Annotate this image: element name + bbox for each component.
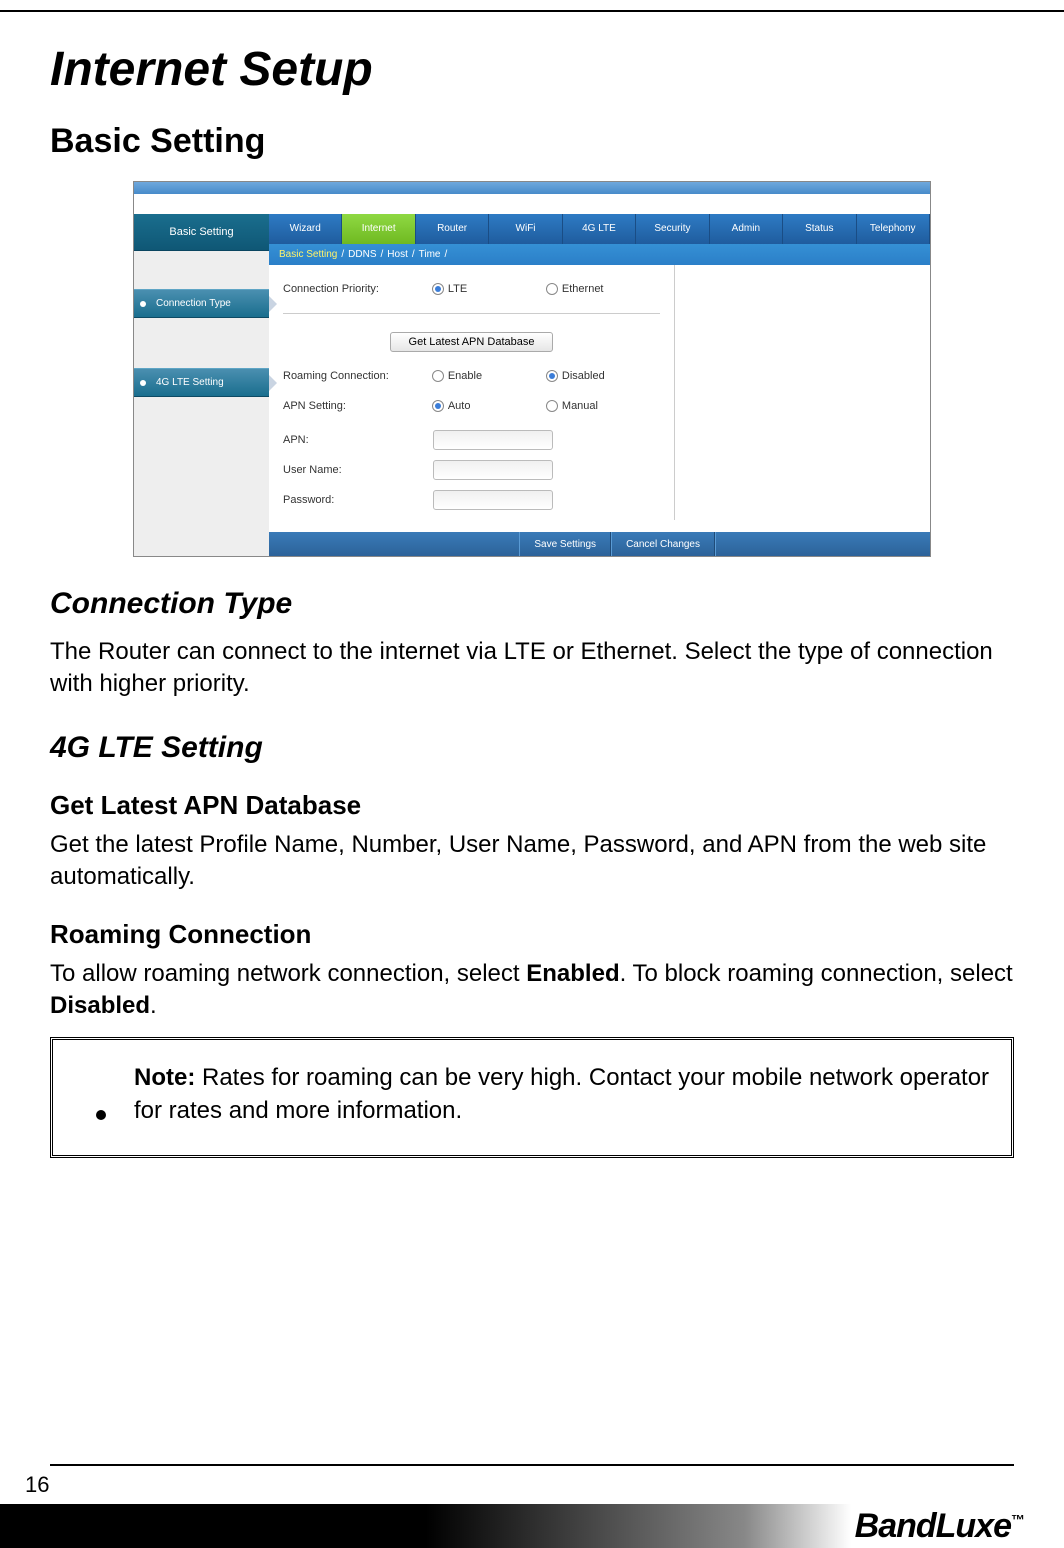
radio-roaming-enable[interactable] — [432, 370, 444, 382]
roaming-body-bold2: Disabled — [50, 992, 150, 1019]
tab-admin[interactable]: Admin — [710, 214, 783, 244]
subtab-sep: / — [412, 249, 415, 260]
footer-line — [50, 1464, 1014, 1466]
footer-bar: BandLuxe™ — [0, 1504, 1064, 1548]
page-number: 16 — [25, 1472, 1064, 1498]
radio-roaming-disabled[interactable] — [546, 370, 558, 382]
radio-ethernet[interactable] — [546, 283, 558, 295]
tab-status[interactable]: Status — [783, 214, 856, 244]
radio-apn-manual-label: Manual — [562, 400, 598, 412]
tab-security[interactable]: Security — [636, 214, 709, 244]
cancel-changes-button[interactable]: Cancel Changes — [611, 532, 715, 556]
page-footer: 16 BandLuxe™ — [0, 1464, 1064, 1548]
roaming-body-post: . — [150, 992, 157, 1019]
sidebar-item-connection-type[interactable]: Connection Type — [134, 289, 269, 318]
divider — [283, 313, 660, 314]
tab-internet[interactable]: Internet — [342, 214, 415, 244]
get-apn-database-button[interactable]: Get Latest APN Database — [390, 332, 554, 352]
radio-apn-auto[interactable] — [432, 400, 444, 412]
subtab-ddns[interactable]: DDNS — [348, 249, 376, 260]
note-box: Note: Rates for roaming can be very high… — [50, 1037, 1014, 1158]
arrow-icon — [269, 296, 277, 312]
radio-roaming-disabled-label: Disabled — [562, 370, 605, 382]
screenshot-sidebar: Basic Setting Connection Type 4G LTE Set… — [134, 214, 269, 556]
radio-apn-manual[interactable] — [546, 400, 558, 412]
subtab-time[interactable]: Time — [419, 249, 441, 260]
radio-ethernet-label: Ethernet — [562, 283, 604, 295]
roaming-heading: Roaming Connection — [50, 919, 1014, 950]
main-tabs: Wizard Internet Router WiFi 4G LTE Secur… — [269, 214, 930, 244]
sidebar-item-label: 4G LTE Setting — [156, 377, 224, 388]
sidebar-title: Basic Setting — [134, 214, 269, 251]
bottom-bar: Save Settings Cancel Changes — [269, 532, 930, 556]
brand-text: BandLuxe — [855, 1507, 1011, 1545]
roaming-body-bold1: Enabled — [526, 960, 619, 987]
apn-setting-label: APN Setting: — [283, 400, 432, 412]
roaming-body-pre: To allow roaming network connection, sel… — [50, 960, 526, 987]
tab-wizard[interactable]: Wizard — [269, 214, 342, 244]
brand-tm: ™ — [1011, 1511, 1024, 1527]
radio-apn-auto-label: Auto — [448, 400, 471, 412]
roaming-body-mid: . To block roaming connection, select — [620, 960, 1013, 987]
roaming-body: To allow roaming network connection, sel… — [50, 958, 1014, 1023]
note-label: Note: — [134, 1064, 195, 1091]
radio-lte[interactable] — [432, 283, 444, 295]
username-input[interactable] — [433, 460, 553, 480]
arrow-icon — [269, 375, 277, 391]
subtab-sep: / — [341, 249, 344, 260]
connection-type-body: The Router can connect to the internet v… — [50, 636, 1014, 701]
sub-tabs: Basic Setting / DDNS / Host / Time / — [269, 244, 930, 265]
note-body: Rates for roaming can be very high. Cont… — [134, 1064, 989, 1123]
tab-4glte[interactable]: 4G LTE — [563, 214, 636, 244]
subtab-host[interactable]: Host — [387, 249, 408, 260]
radio-lte-label: LTE — [448, 283, 467, 295]
bullet-icon — [140, 380, 146, 386]
form-right-blank — [674, 265, 930, 520]
connection-priority-label: Connection Priority: — [283, 283, 432, 295]
apn-db-body: Get the latest Profile Name, Number, Use… — [50, 829, 1014, 894]
section-title: Basic Setting — [50, 122, 1014, 161]
subtab-sep: / — [381, 249, 384, 260]
username-label: User Name: — [283, 464, 433, 476]
bullet-icon — [140, 301, 146, 307]
form-area: Connection Priority: LTE Ethernet — [269, 265, 674, 520]
bullet-icon — [96, 1110, 106, 1120]
lte-setting-heading: 4G LTE Setting — [50, 731, 1014, 765]
router-screenshot: Basic Setting Connection Type 4G LTE Set… — [133, 181, 931, 557]
tab-telephony[interactable]: Telephony — [857, 214, 930, 244]
note-text: Note: Rates for roaming can be very high… — [134, 1062, 993, 1127]
password-input[interactable] — [433, 490, 553, 510]
password-label: Password: — [283, 494, 433, 506]
radio-roaming-enable-label: Enable — [448, 370, 482, 382]
sidebar-item-4g-lte[interactable]: 4G LTE Setting — [134, 368, 269, 397]
save-settings-button[interactable]: Save Settings — [519, 532, 611, 556]
sidebar-item-label: Connection Type — [156, 298, 231, 309]
tab-wifi[interactable]: WiFi — [489, 214, 562, 244]
apn-label: APN: — [283, 434, 433, 446]
page-title: Internet Setup — [50, 42, 1014, 97]
brand-logo: BandLuxe™ — [855, 1507, 1024, 1546]
subtab-basic-setting[interactable]: Basic Setting — [279, 249, 337, 260]
subtab-sep: / — [444, 249, 447, 260]
connection-type-heading: Connection Type — [50, 587, 1014, 621]
apn-db-heading: Get Latest APN Database — [50, 790, 1014, 821]
tab-router[interactable]: Router — [416, 214, 489, 244]
roaming-label: Roaming Connection: — [283, 370, 432, 382]
screenshot-topbar — [134, 182, 930, 194]
screenshot-blank — [134, 194, 930, 214]
apn-input[interactable] — [433, 430, 553, 450]
